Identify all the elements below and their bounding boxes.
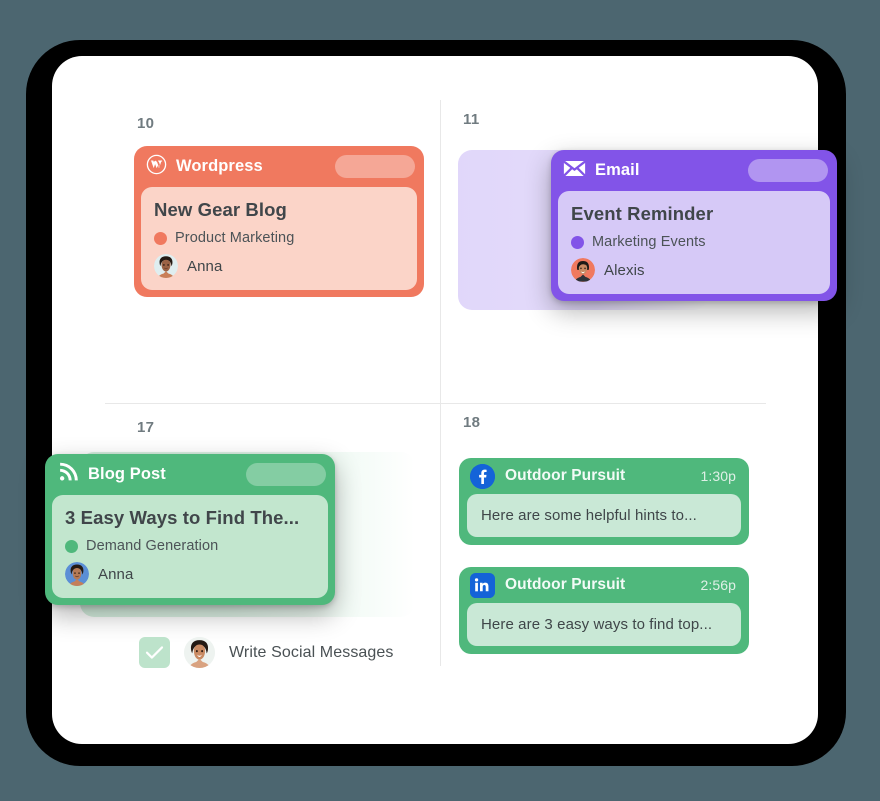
- task-label: Write Social Messages: [229, 643, 394, 661]
- day-number-17[interactable]: 17: [137, 419, 154, 436]
- social-card-header: Outdoor Pursuit 1:30p: [459, 458, 749, 494]
- wordpress-icon: [146, 154, 167, 180]
- rss-icon: [57, 462, 79, 488]
- avatar: [184, 637, 215, 668]
- social-post-card-facebook[interactable]: Outdoor Pursuit 1:30p Here are some help…: [459, 458, 749, 545]
- card-owner-label: Anna: [98, 565, 134, 583]
- post-card-wordpress[interactable]: Wordpress New Gear Blog Product Marketin…: [134, 146, 424, 297]
- post-card-blog[interactable]: Blog Post 3 Easy Ways to Find The... Dem…: [45, 454, 335, 605]
- day-number-11[interactable]: 11: [463, 111, 479, 128]
- card-body: Event Reminder Marketing Events Alexis: [558, 191, 830, 294]
- social-card-header: Outdoor Pursuit 2:56p: [459, 567, 749, 603]
- category-dot-icon: [65, 539, 78, 553]
- card-category-label: Product Marketing: [175, 230, 295, 246]
- category-dot-icon: [571, 235, 584, 249]
- category-dot-icon: [154, 231, 167, 245]
- card-header: Blog Post: [45, 454, 335, 495]
- social-post-message: Here are 3 easy ways to find top...: [467, 603, 741, 646]
- card-body: New Gear Blog Product Marketing Anna: [141, 187, 417, 290]
- card-body: 3 Easy Ways to Find The... Demand Genera…: [52, 495, 328, 598]
- card-header-pill[interactable]: [748, 159, 828, 182]
- social-post-message: Here are some helpful hints to...: [467, 494, 741, 537]
- card-owner-row: Anna: [65, 562, 315, 586]
- post-card-email[interactable]: Email Event Reminder Marketing Events Al…: [551, 150, 837, 301]
- calendar-grid-horizontal-line: [105, 403, 766, 404]
- card-channel-label: Wordpress: [176, 157, 263, 175]
- calendar-grid-vertical-line: [440, 100, 441, 666]
- card-header: Wordpress: [134, 146, 424, 187]
- facebook-icon: [470, 463, 495, 489]
- card-category-label: Marketing Events: [592, 234, 706, 250]
- avatar: [571, 258, 595, 282]
- card-owner-row: Anna: [154, 254, 404, 278]
- social-account-label: Outdoor Pursuit: [505, 467, 626, 484]
- envelope-icon: [563, 159, 586, 183]
- day-number-18[interactable]: 18: [463, 414, 480, 431]
- card-owner-label: Anna: [187, 257, 223, 275]
- card-header-pill[interactable]: [246, 463, 326, 486]
- linkedin-icon: [470, 572, 495, 598]
- avatar: [154, 254, 178, 278]
- card-category-row: Marketing Events: [571, 234, 817, 250]
- card-header: Email: [551, 150, 837, 191]
- card-category-row: Demand Generation: [65, 538, 315, 554]
- card-owner-row: Alexis: [571, 258, 817, 282]
- avatar: [65, 562, 89, 586]
- checkmark-icon: [145, 645, 164, 660]
- card-owner-label: Alexis: [604, 261, 645, 279]
- screenshot-root: 10 11 17 18 Wordpress New Gear Blog Prod…: [0, 0, 880, 801]
- card-category-row: Product Marketing: [154, 230, 404, 246]
- card-title: Event Reminder: [571, 203, 714, 224]
- task-row[interactable]: Write Social Messages: [139, 637, 394, 668]
- day-number-10[interactable]: 10: [137, 115, 154, 132]
- task-checkbox[interactable]: [139, 637, 170, 668]
- social-post-card-linkedin[interactable]: Outdoor Pursuit 2:56p Here are 3 easy wa…: [459, 567, 749, 654]
- card-category-label: Demand Generation: [86, 538, 219, 554]
- social-post-time: 1:30p: [700, 468, 736, 484]
- card-title: 3 Easy Ways to Find The...: [65, 507, 300, 528]
- social-account-label: Outdoor Pursuit: [505, 576, 626, 593]
- card-channel-label: Blog Post: [88, 465, 166, 483]
- social-post-time: 2:56p: [700, 577, 736, 593]
- card-channel-label: Email: [595, 161, 640, 179]
- card-header-pill[interactable]: [335, 155, 415, 178]
- card-title: New Gear Blog: [154, 199, 287, 220]
